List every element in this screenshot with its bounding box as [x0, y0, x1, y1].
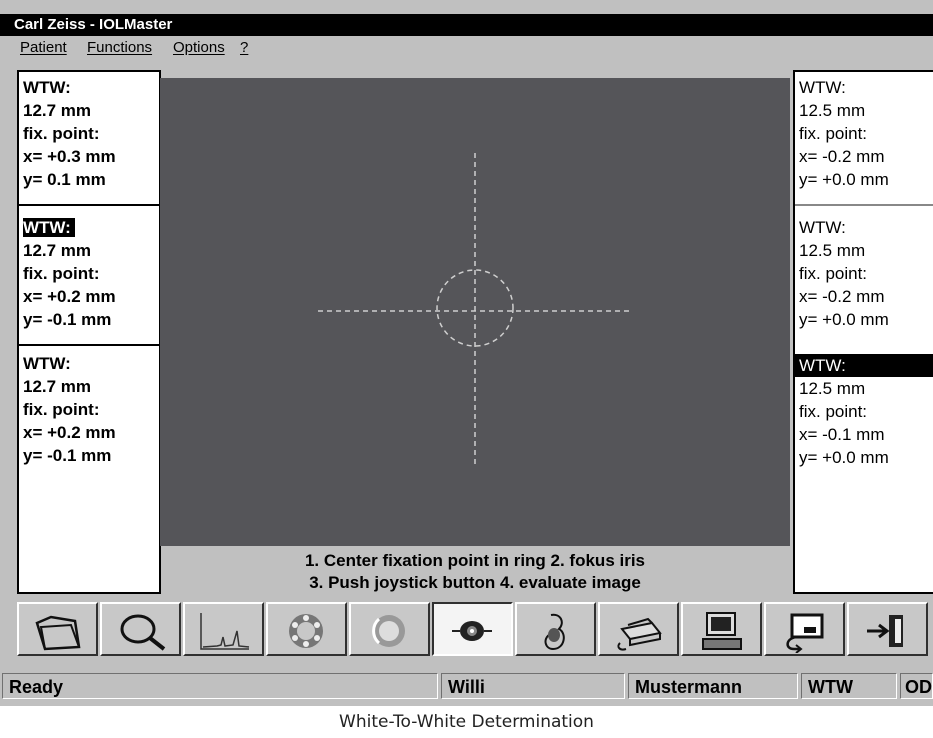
- wtw-value: 12.7 mm: [23, 101, 92, 120]
- measurement-entry-selected[interactable]: WTW: 12.7 mm fix. point: x= +0.2 mm y= -…: [23, 216, 155, 331]
- status-bar: Ready Willi Mustermann WTW OD: [0, 670, 933, 702]
- menu-functions[interactable]: Functions: [87, 36, 152, 60]
- wtw-value: 12.5 mm: [799, 241, 866, 260]
- exit-button[interactable]: [847, 602, 928, 656]
- anterior-chamber-button[interactable]: [349, 602, 430, 656]
- keratometry-button[interactable]: [266, 602, 347, 656]
- fix-point-y: y= -0.1 mm: [23, 310, 112, 329]
- fix-point-label: fix. point:: [799, 264, 868, 283]
- instructions: 1. Center fixation point in ring 2. foku…: [160, 550, 790, 594]
- print-button[interactable]: [598, 602, 679, 656]
- fix-point-label: fix. point:: [23, 124, 100, 143]
- figure-caption: White-To-White Determination: [339, 712, 594, 732]
- lens-icon: [372, 615, 405, 647]
- printer-icon: [617, 617, 662, 651]
- measurement-entry[interactable]: WTW: 12.5 mm fix. point: x= -0.2 mm y= +…: [799, 216, 933, 331]
- fix-point-y: y= +0.0 mm: [799, 448, 889, 467]
- fix-point-x: x= -0.1 mm: [799, 425, 885, 444]
- fix-point-label: fix. point:: [799, 402, 868, 421]
- right-measurements-panel: WTW: 12.5 mm fix. point: x= -0.2 mm y= +…: [793, 70, 933, 594]
- measurement-entry[interactable]: WTW: 12.7 mm fix. point: x= +0.3 mm y= 0…: [23, 76, 155, 191]
- white-to-white-button[interactable]: [432, 602, 513, 656]
- crosshair-overlay: [318, 153, 630, 468]
- wtw-label-selected: WTW:: [795, 354, 933, 377]
- computer-icon: [702, 612, 742, 650]
- left-measurements-panel: WTW: 12.7 mm fix. point: x= +0.3 mm y= 0…: [17, 70, 161, 594]
- wtw-value: 12.5 mm: [799, 101, 866, 120]
- wtw-label: WTW:: [23, 354, 71, 373]
- ring-icon: [289, 614, 323, 648]
- menu-patient[interactable]: Patient: [20, 36, 67, 60]
- magnifier-icon: [120, 614, 166, 651]
- folder-icon: [35, 615, 81, 651]
- camera-view[interactable]: [160, 78, 790, 546]
- search-button[interactable]: [100, 602, 181, 656]
- axial-length-button[interactable]: [183, 602, 264, 656]
- measurement-entry[interactable]: WTW: 12.7 mm fix. point: x= +0.2 mm y= -…: [23, 352, 155, 467]
- wtw-value: 12.7 mm: [23, 241, 92, 260]
- title-bar: Carl Zeiss - IOLMaster: [0, 14, 933, 36]
- wtw-label: WTW:: [799, 78, 846, 97]
- entry-divider: [795, 204, 933, 206]
- fix-point-x: x= -0.2 mm: [799, 287, 885, 306]
- wtw-label-selected: WTW:: [23, 218, 75, 237]
- fix-point-x: x= +0.3 mm: [23, 147, 116, 166]
- fix-point-x: x= +0.2 mm: [23, 423, 116, 442]
- fix-point-label: fix. point:: [23, 264, 100, 283]
- fix-point-x: x= -0.2 mm: [799, 147, 885, 166]
- menu-options[interactable]: Options: [173, 36, 225, 60]
- window-title: Carl Zeiss - IOLMaster: [14, 16, 173, 33]
- fix-point-y: y= 0.1 mm: [23, 170, 106, 189]
- menu-help[interactable]: ?: [240, 36, 248, 60]
- fix-point-x: x= +0.2 mm: [23, 287, 116, 306]
- entry-divider: [19, 204, 159, 206]
- fix-point-label: fix. point:: [799, 124, 868, 143]
- patient-last-name: Mustermann: [628, 673, 798, 699]
- eye-icon: [452, 621, 492, 641]
- fix-point-y: y= +0.0 mm: [799, 310, 889, 329]
- manual-mode-button[interactable]: [515, 602, 596, 656]
- wtw-value: 12.5 mm: [799, 379, 866, 398]
- fix-point-y: y= +0.0 mm: [799, 170, 889, 189]
- measurement-entry-selected[interactable]: WTW: 12.5 mm fix. point: x= -0.1 mm y= +…: [795, 354, 933, 469]
- fix-point-y: y= -0.1 mm: [23, 446, 112, 465]
- toolbar: [0, 597, 933, 663]
- instruction-line-1: 1. Center fixation point in ring 2. foku…: [304, 551, 646, 570]
- iolmaster-window: Carl Zeiss - IOLMaster Patient Functions…: [0, 0, 933, 706]
- measurement-entry[interactable]: WTW: 12.5 mm fix. point: x= -0.2 mm y= +…: [799, 76, 933, 191]
- status-text: Ready: [2, 673, 438, 699]
- fix-point-label: fix. point:: [23, 400, 100, 419]
- hand-icon: [544, 613, 565, 651]
- instruction-line-2: 3. Push joystick button 4. evaluate imag…: [309, 573, 641, 592]
- menu-bar: Patient Functions Options ?: [0, 36, 933, 60]
- eye-side: OD: [900, 673, 933, 699]
- patient-first-name: Willi: [441, 673, 625, 699]
- entry-divider: [19, 344, 159, 346]
- chart-icon: [200, 613, 250, 650]
- exit-icon: [867, 615, 903, 647]
- data-transfer-button[interactable]: [681, 602, 762, 656]
- export-button[interactable]: [764, 602, 845, 656]
- export-icon: [786, 613, 824, 653]
- measurement-mode: WTW: [801, 673, 897, 699]
- wtw-label: WTW:: [799, 218, 846, 237]
- wtw-value: 12.7 mm: [23, 377, 92, 396]
- open-patient-button[interactable]: [17, 602, 98, 656]
- wtw-label: WTW:: [23, 78, 71, 97]
